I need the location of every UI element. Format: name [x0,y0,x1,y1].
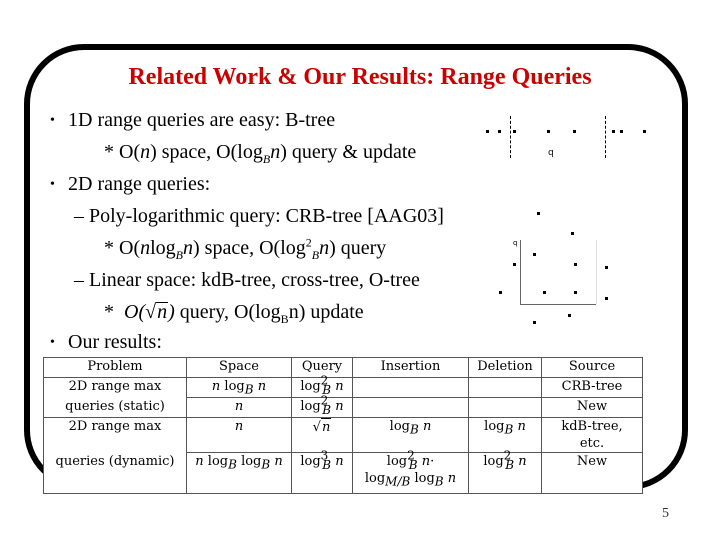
query-cell: log2B n [291,395,353,418]
bullet-1d-range: • 1D range queries are easy: B-tree [50,108,335,133]
problem-cell: 2D range max [43,417,187,453]
table-row: queries (dynamic) n logB logB n log3B n … [43,450,643,494]
bullet-text: Our results: [68,331,162,353]
table-row: queries (static) n log2B n New [43,395,643,418]
dash-item-polylog: – Poly-logarithmic query: CRB-tree [AAG0… [74,205,444,227]
problem-cell: 2D range max [43,377,187,398]
point [605,297,608,300]
results-table: Problem Space Query Insertion Deletion S… [43,357,643,494]
bullet-2d-range: • 2D range queries: [50,172,210,197]
space-cell: n logB logB n [186,452,292,494]
figure-2d-points: q [490,195,630,335]
query-rect-left [520,240,521,304]
space-cell: n [186,397,292,418]
point [513,263,516,266]
insertion-cell [352,397,469,418]
insertion-cell: logB n [352,417,469,453]
insertion-cell [352,377,469,398]
point [573,130,576,133]
deletion-cell: logB n [468,417,542,453]
point [620,130,623,133]
query-boundary [605,116,606,158]
source-cell: New [541,452,643,494]
point [543,291,546,294]
sub-bullet-kdb: * O(√n) query, O(logBn) update [104,301,364,326]
point [571,232,574,235]
point [605,266,608,269]
point [547,130,550,133]
bullet-icon: • [50,177,55,192]
header-space: Space [186,357,292,378]
space-cell: n [186,417,292,453]
point [513,130,516,133]
point [533,321,536,324]
bullet-our-results: • Our results: [50,330,162,355]
deletion-cell [468,397,542,418]
header-insertion: Insertion [352,357,469,378]
point [499,291,502,294]
point [643,130,646,133]
query-cell: √n [291,417,353,453]
header-deletion: Deletion [468,357,542,378]
deletion-cell: log2B n [468,450,542,494]
query-boundary [510,116,511,158]
dash-item-linear: – Linear space: kdB-tree, cross-tree, O-… [74,269,420,291]
table-row: 2D range max n √n logB n logB n kdB-tree… [43,417,643,453]
bullet-icon: • [50,335,55,350]
bullet-icon: • [50,113,55,128]
query-label: q [548,148,554,158]
source-cell: CRB-tree [541,377,643,398]
figure-1d-points: q [478,112,678,172]
query-cell: log3B n [291,450,353,494]
sqrt-icon: √ [145,301,157,323]
header-problem: Problem [43,357,187,378]
point [486,130,489,133]
point [537,212,540,215]
problem-cell: queries (static) [43,397,187,418]
point [574,263,577,266]
source-cell: New [541,397,643,418]
point [498,130,501,133]
insertion-cell: log2B n· logM/B logB n [352,450,469,494]
table-header-row: Problem Space Query Insertion Deletion S… [43,357,643,378]
space-cell: n logB n [186,377,292,398]
corner-label: q [513,239,518,247]
page-number: 5 [662,506,669,521]
source-cell: kdB-tree, etc. [541,417,643,453]
slide-title: Related Work & Our Results: Range Querie… [128,64,592,90]
header-source: Source [541,357,643,378]
query-rect-bottom [520,304,596,305]
query-rect-right [596,240,597,304]
bullet-text: 1D range queries are easy: B-tree [68,109,336,131]
table-row: 2D range max n logB n log2B n CRB-tree [43,375,643,398]
point [533,253,536,256]
point [568,314,571,317]
problem-cell: queries (dynamic) [43,452,187,494]
sub-bullet-crb: * O(nlogBn) space, O(log2Bn) query [104,235,387,262]
point [612,130,615,133]
sub-bullet-btree: * O(n) space, O(logBn) query & update [104,141,417,166]
bullet-text: 2D range queries: [68,173,211,195]
deletion-cell [468,377,542,398]
point [574,291,577,294]
sqrt-icon: √ [312,420,321,435]
